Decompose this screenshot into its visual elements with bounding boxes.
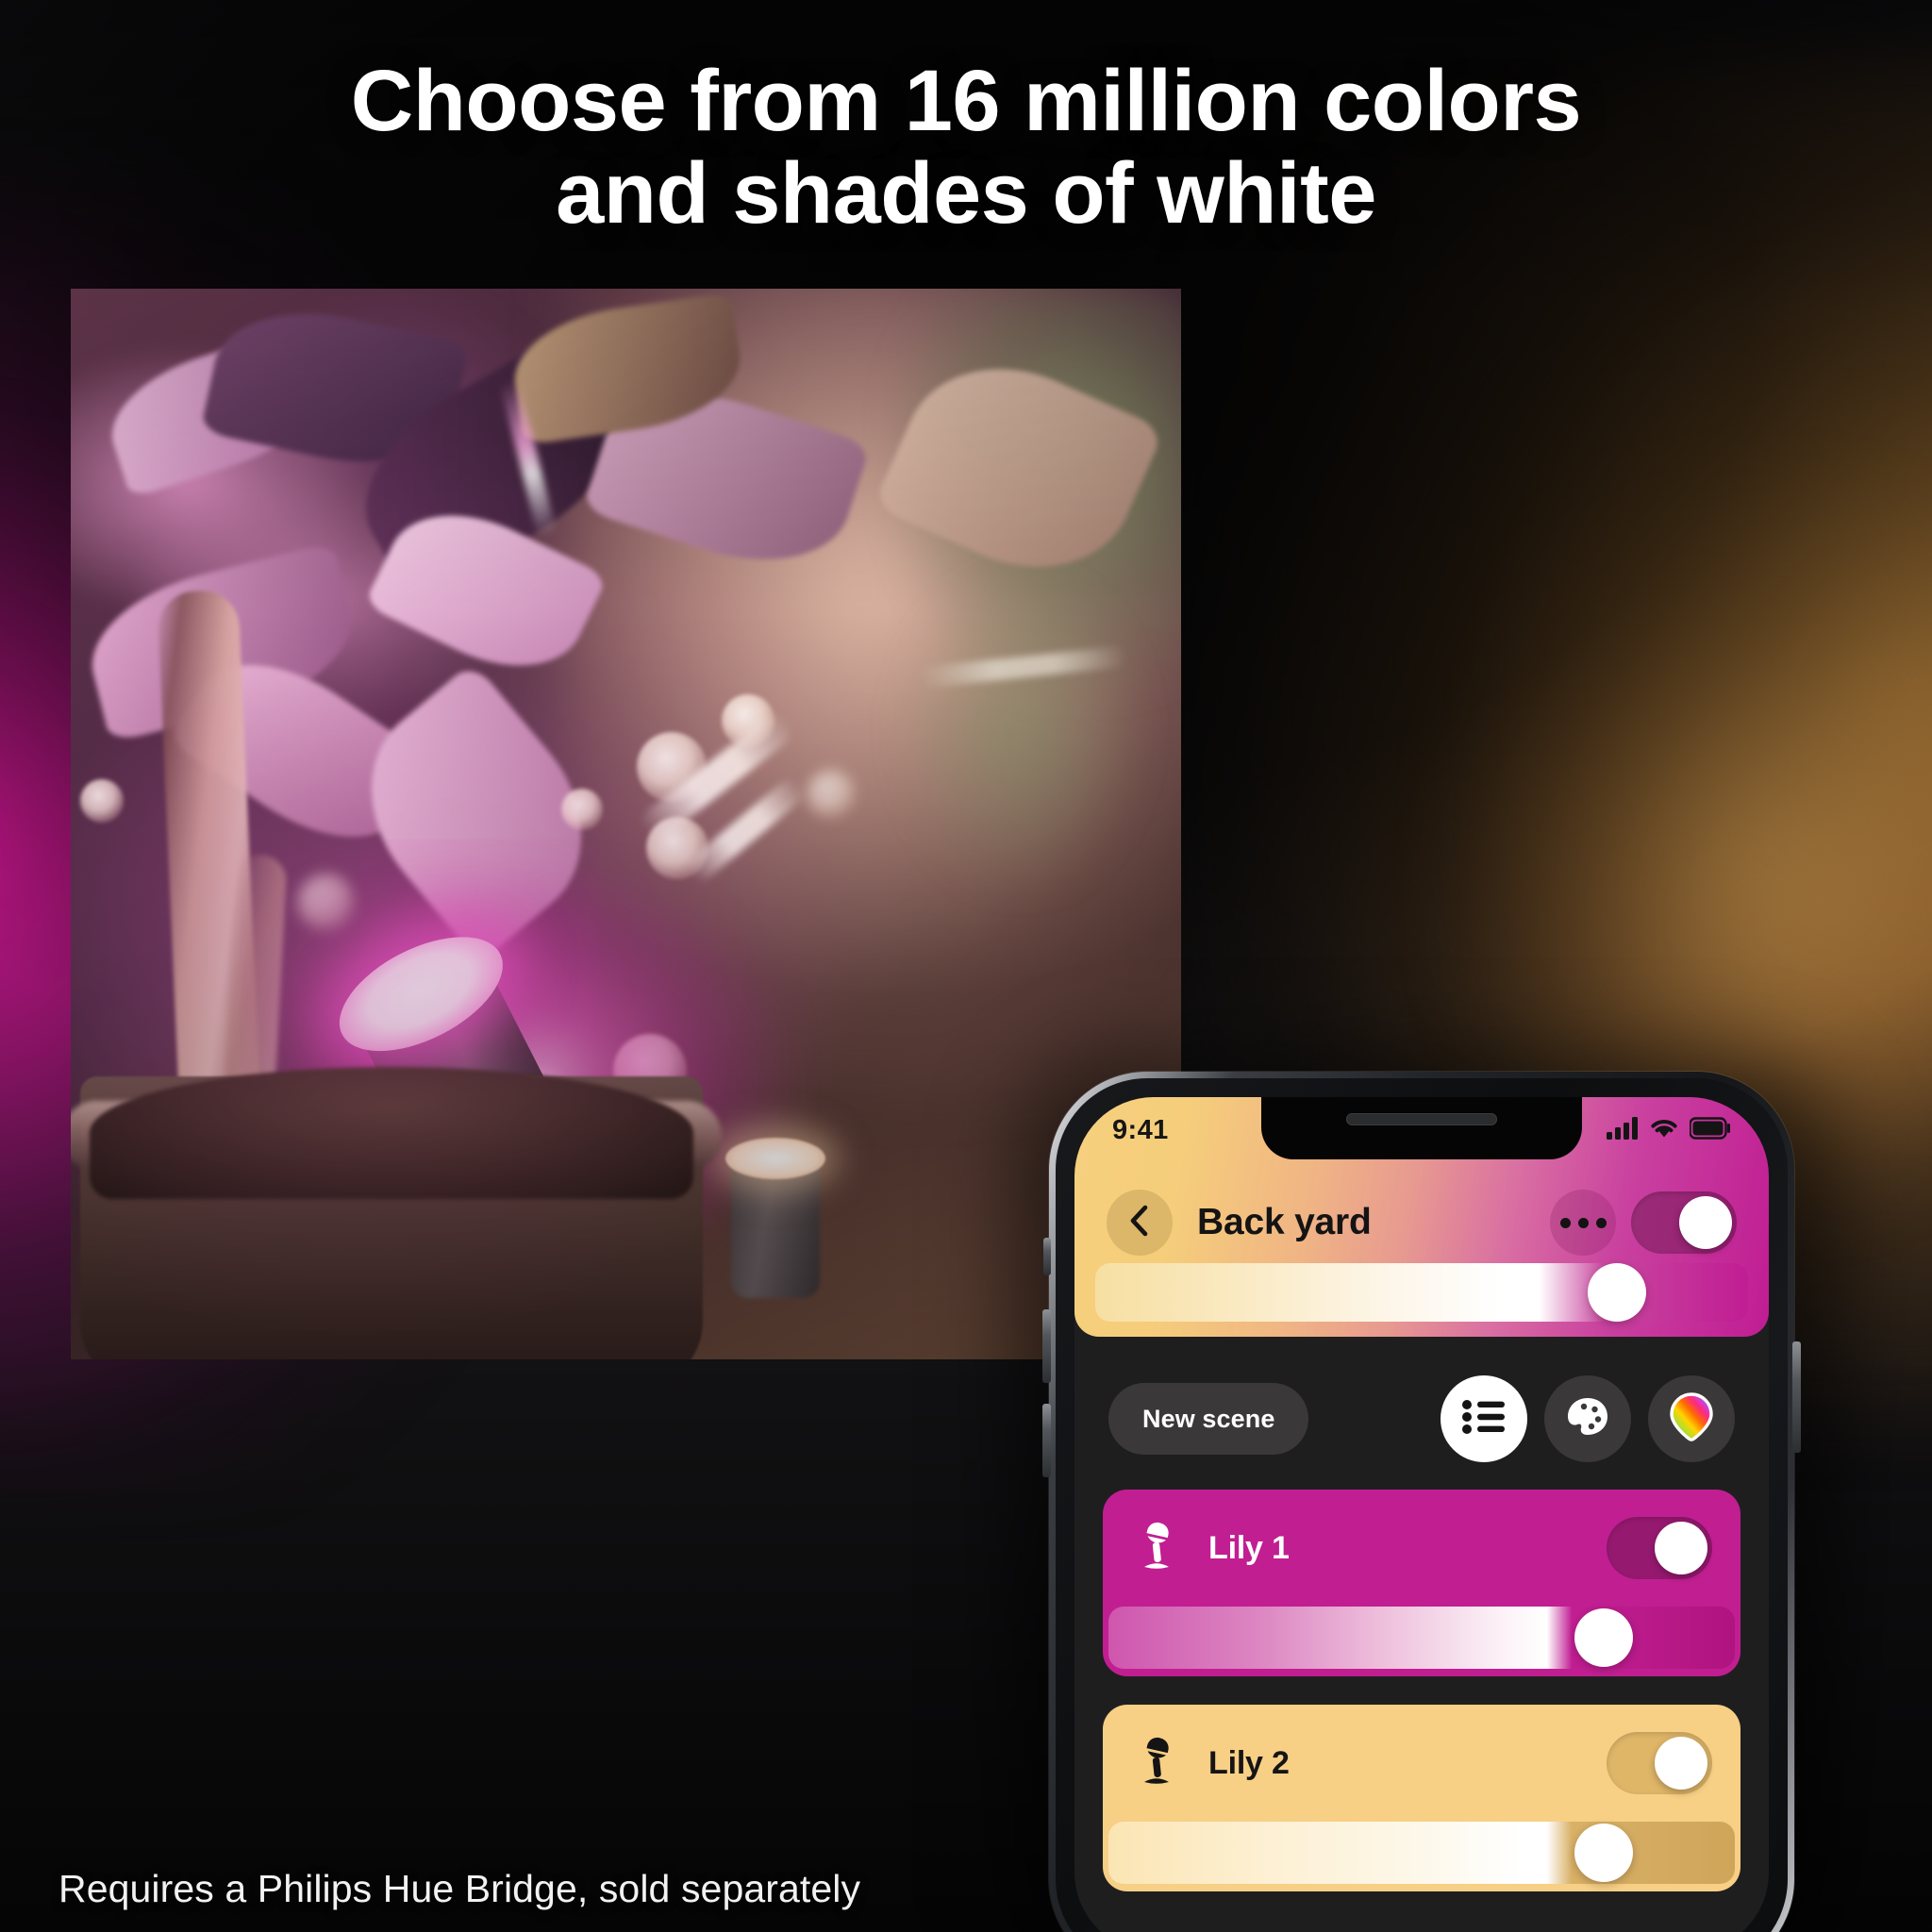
light-list: Lily 1 Lily 2	[1074, 1490, 1769, 1920]
headline-line-2: and shades of white	[556, 145, 1376, 242]
more-options-icon	[1577, 1217, 1589, 1228]
status-time: 9:41	[1112, 1114, 1169, 1145]
phone-screen: 9:41 Back yard New scene Lily 1 Lily 2	[1074, 1097, 1769, 1932]
scene-mode-buttons	[1441, 1375, 1735, 1462]
light-power-toggle[interactable]	[1607, 1732, 1712, 1794]
more-options-icon	[1559, 1217, 1571, 1228]
phone-mockup: 9:41 Back yard New scene Lily 1 Lily 2	[1011, 1057, 1841, 1932]
color-palette-button[interactable]	[1544, 1375, 1631, 1462]
light-card-header: Lily 2	[1103, 1705, 1740, 1822]
status-bar: 9:41	[1074, 1108, 1769, 1152]
cellular-signal-icon	[1607, 1116, 1639, 1144]
room-power-toggle[interactable]	[1631, 1191, 1737, 1254]
toggle-knob	[1679, 1196, 1732, 1249]
phone-bezel: 9:41 Back yard New scene Lily 1 Lily 2	[1056, 1078, 1788, 1932]
room-title: Back yard	[1197, 1202, 1372, 1242]
color-picker-button[interactable]	[1648, 1375, 1735, 1462]
light-power-toggle[interactable]	[1607, 1517, 1712, 1579]
rainbow-bulb-icon	[1670, 1391, 1713, 1446]
brightness-slider-knob[interactable]	[1574, 1608, 1633, 1667]
new-scene-button[interactable]: New scene	[1108, 1383, 1309, 1455]
battery-full-icon	[1689, 1116, 1731, 1144]
header-actions	[1550, 1190, 1737, 1256]
mute-switch[interactable]	[1043, 1238, 1051, 1275]
list-icon	[1461, 1398, 1507, 1441]
light-brightness-slider[interactable]	[1108, 1822, 1735, 1884]
brightness-slider-knob[interactable]	[1574, 1824, 1633, 1882]
spotlight-icon	[1131, 1520, 1184, 1577]
status-indicators	[1607, 1116, 1731, 1144]
toggle-knob	[1655, 1737, 1707, 1790]
palette-icon	[1565, 1396, 1610, 1442]
more-options-button[interactable]	[1550, 1190, 1616, 1256]
room-header-row: Back yard	[1074, 1171, 1769, 1274]
light-name: Lily 1	[1208, 1529, 1290, 1566]
light-card-header: Lily 1	[1103, 1490, 1740, 1607]
headline-line-1: Choose from 16 million colors	[350, 53, 1582, 149]
volume-up-button[interactable]	[1042, 1309, 1051, 1383]
light-brightness-slider[interactable]	[1108, 1607, 1735, 1669]
page-title: Choose from 16 million colors and shades…	[0, 55, 1932, 241]
legal-caption: Requires a Philips Hue Bridge, sold sepa…	[58, 1867, 861, 1910]
promo-canvas: Choose from 16 million colors and shades…	[0, 0, 1932, 1932]
phone-frame: 9:41 Back yard New scene Lily 1 Lily 2	[1042, 1072, 1801, 1932]
back-button[interactable]	[1107, 1190, 1173, 1256]
chevron-left-icon	[1127, 1205, 1152, 1241]
power-button[interactable]	[1792, 1341, 1801, 1453]
new-scene-label: New scene	[1142, 1404, 1275, 1433]
room-brightness-slider[interactable]	[1095, 1263, 1748, 1322]
volume-down-button[interactable]	[1042, 1404, 1051, 1477]
scene-list-button[interactable]	[1441, 1375, 1527, 1462]
scene-control-row: New scene	[1074, 1367, 1769, 1471]
wifi-icon	[1649, 1117, 1679, 1144]
more-options-icon	[1595, 1217, 1607, 1228]
toggle-knob	[1655, 1522, 1707, 1574]
brightness-slider-knob[interactable]	[1588, 1263, 1646, 1322]
spotlight-icon	[1131, 1735, 1184, 1792]
light-card[interactable]: Lily 1	[1103, 1490, 1740, 1676]
light-card[interactable]: Lily 2	[1103, 1705, 1740, 1891]
light-name: Lily 2	[1208, 1744, 1290, 1781]
